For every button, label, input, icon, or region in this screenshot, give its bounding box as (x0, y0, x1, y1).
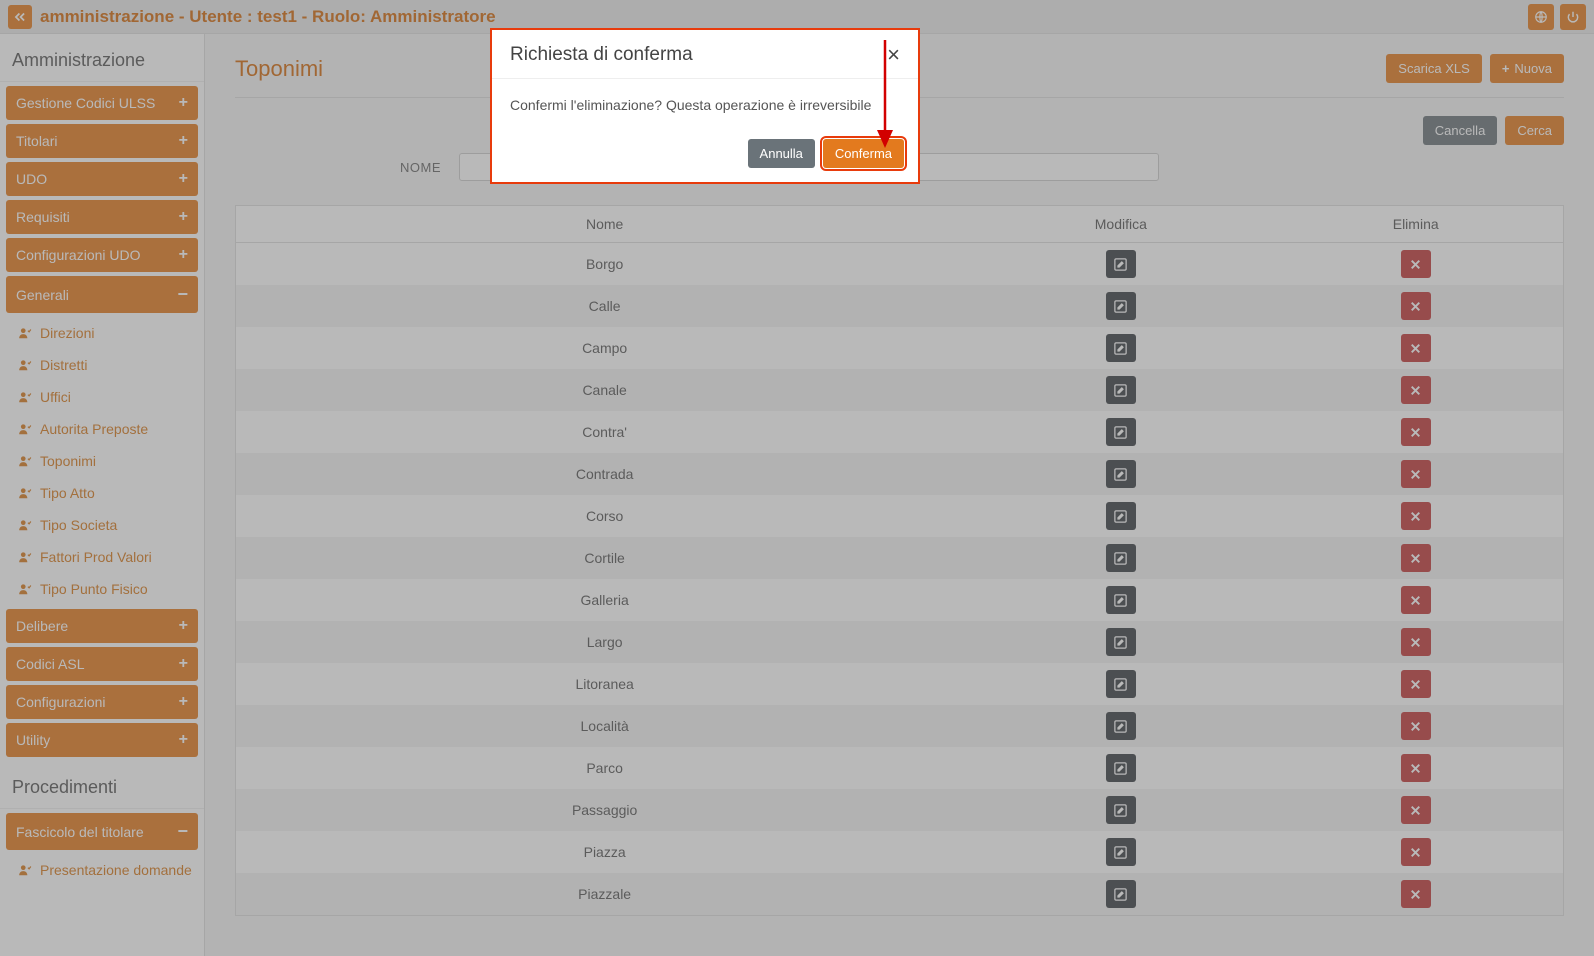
modal-confirm-button[interactable]: Conferma (823, 139, 904, 168)
modal-body: Confermi l'eliminazione? Questa operazio… (492, 79, 918, 139)
modal-cancel-button[interactable]: Annulla (748, 139, 815, 168)
close-icon: × (887, 42, 900, 67)
modal-title: Richiesta di conferma (510, 44, 693, 66)
modal-close-button[interactable]: × (887, 44, 900, 66)
confirm-modal: Richiesta di conferma × Confermi l'elimi… (490, 28, 920, 184)
